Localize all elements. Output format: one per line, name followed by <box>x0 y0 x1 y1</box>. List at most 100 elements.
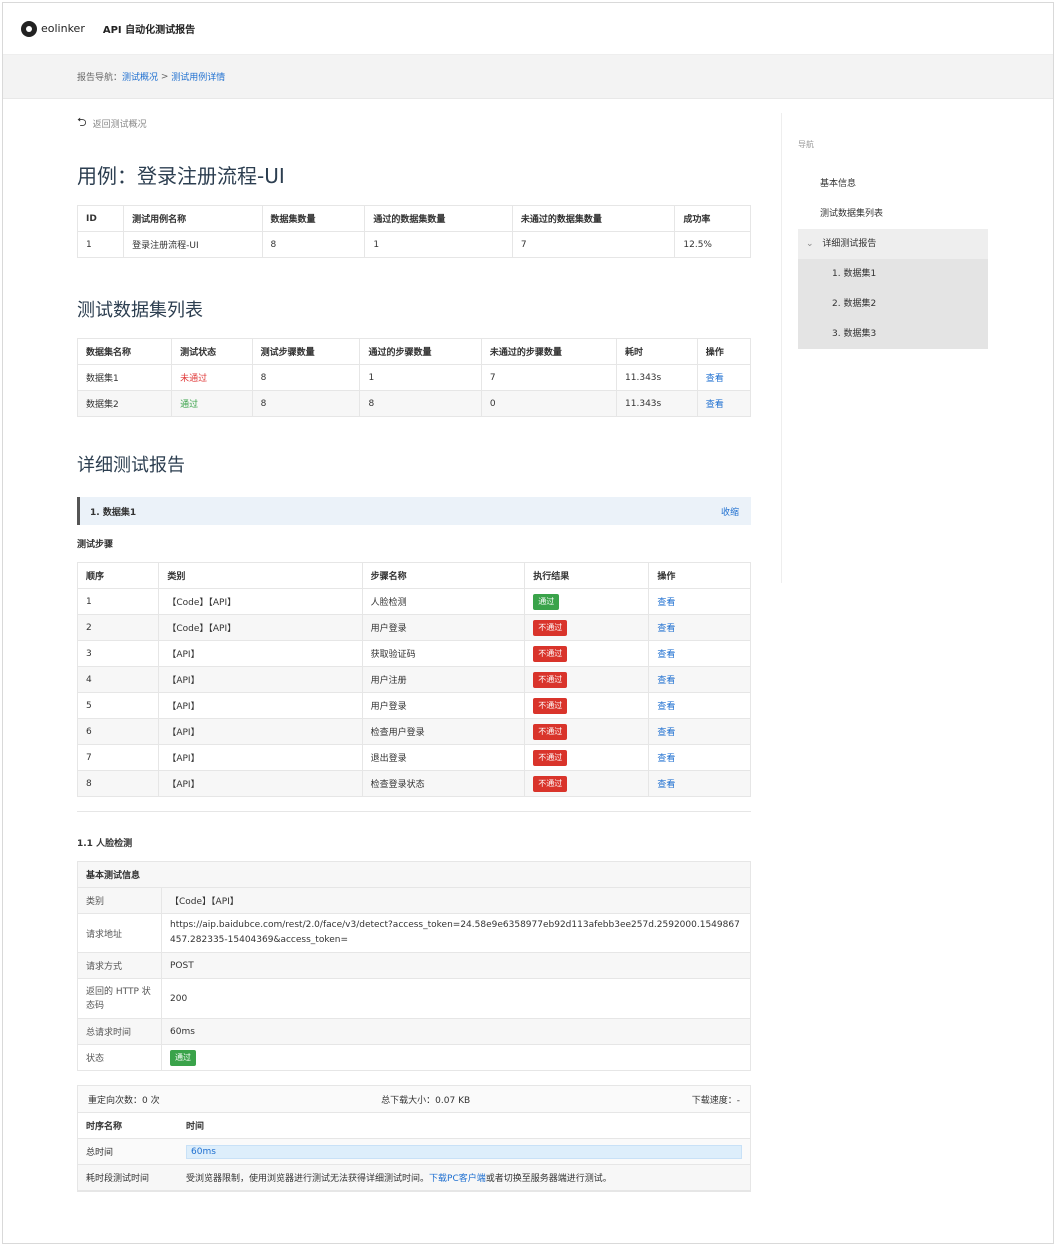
toc-item-detail-report[interactable]: ⌄ 详细测试报告 <box>798 229 988 259</box>
column-header: 数据集名称 <box>76 338 173 365</box>
table-cell: 1 <box>364 231 513 258</box>
result-cell: 不通过 <box>524 770 650 797</box>
result-cell: 不通过 <box>524 744 650 771</box>
chevron-down-icon: ⌄ <box>806 239 814 249</box>
op-cell: 查看 <box>696 364 752 391</box>
dataset-time: 11.343s <box>616 364 698 391</box>
step-type: 【API】 <box>158 718 363 745</box>
step-type: 【Code】【API】 <box>158 588 363 615</box>
result-badge: 不通过 <box>533 775 568 792</box>
dataset-failed-count: 0 <box>480 390 618 417</box>
table-row: 6 【API】 检查用户登录 不通过 查看 <box>76 718 751 745</box>
toc-item-basic-info[interactable]: 基本信息 <box>798 169 988 199</box>
dataset-section-title: 1. 数据集1 <box>90 507 137 518</box>
toc-list: 基本信息 测试数据集列表 ⌄ 详细测试报告 1. 数据集1 2. 数据集2 3.… <box>798 169 988 349</box>
download-speed: 下载速度：- <box>691 1095 740 1106</box>
view-link[interactable]: 查看 <box>706 400 724 410</box>
step-order: 7 <box>76 744 160 771</box>
result-badge: 不通过 <box>533 619 568 636</box>
method-value: POST <box>161 952 751 979</box>
dataset-passed-count: 8 <box>359 390 482 417</box>
view-link[interactable]: 查看 <box>657 780 675 790</box>
collapse-link[interactable]: 收缩 <box>721 505 739 518</box>
result-cell: 不通过 <box>524 614 650 641</box>
column-header: 数据集数量 <box>261 205 366 232</box>
view-link[interactable]: 查看 <box>657 598 675 608</box>
op-cell: 查看 <box>648 744 751 771</box>
result-cell: 不通过 <box>524 692 650 719</box>
column-header: ID <box>76 205 125 232</box>
dataset-status: 未通过 <box>171 364 253 391</box>
table-cell: 8 <box>261 231 366 258</box>
total-time-label: 总请求时间 <box>77 1018 162 1045</box>
table-row: 4 【API】 用户注册 不通过 查看 <box>76 666 751 693</box>
segment-time-tail: 或者切换至服务器端进行测试。 <box>485 1174 612 1184</box>
case-summary-table: ID 测试用例名称 数据集数量 通过的数据集数量 未通过的数据集数量 成功率 1 登录注册流… <box>76 205 751 258</box>
table-row: 1 登录注册流程-UI 8 1 7 12.5% <box>76 231 751 258</box>
table-cell: 登录注册流程-UI <box>123 231 263 258</box>
op-cell: 查看 <box>648 640 751 667</box>
result-badge: 不通过 <box>533 749 568 766</box>
result-cell: 通过 <box>524 588 650 615</box>
toc-label: 导航 <box>798 140 814 149</box>
toc-item-dataset-3[interactable]: 3. 数据集3 <box>798 319 988 349</box>
step-name: 用户注册 <box>361 666 526 693</box>
timing-col-time: 时间 <box>178 1112 750 1139</box>
view-link[interactable]: 查看 <box>657 754 675 764</box>
back-label: 返回测试概况 <box>92 120 147 130</box>
app-title: API 自动化测试报告 <box>102 25 196 36</box>
step-order: 2 <box>76 614 160 641</box>
step-order: 6 <box>76 718 160 745</box>
step-type: 【Code】【API】 <box>158 614 363 641</box>
step-name: 退出登录 <box>361 744 526 771</box>
info-header: 基本测试信息 <box>77 861 751 888</box>
dataset-passed-count: 1 <box>359 364 482 391</box>
timing-stats: 重定向次数：0 次 总下载大小：0.07 KB 下载速度：- 时序名称 时间 总时… <box>77 1085 751 1192</box>
step-type: 【API】 <box>158 640 363 667</box>
timing-col-name: 时序名称 <box>78 1112 178 1139</box>
result-badge: 通过 <box>533 593 560 610</box>
step-name: 检查用户登录 <box>361 718 526 745</box>
toc-item-dataset-2[interactable]: 2. 数据集2 <box>798 289 988 319</box>
step-detail-title: 1.1 人脸检测 <box>77 839 133 849</box>
op-cell: 查看 <box>696 390 752 417</box>
op-cell: 查看 <box>648 692 751 719</box>
download-client-link[interactable]: 下载PC客户端 <box>429 1174 486 1184</box>
back-arrow-icon: ⮌ <box>77 115 87 129</box>
view-link[interactable]: 查看 <box>657 676 675 686</box>
column-header: 测试用例名称 <box>123 205 263 232</box>
back-link[interactable]: ⮌ 返回测试概况 <box>77 113 757 134</box>
table-cell: 1 <box>76 231 125 258</box>
main-content: ⮌ 返回测试概况 用例：登录注册流程-UI ID 测试用例名称 数据集数量 通过的数据… <box>76 113 757 1192</box>
view-link[interactable]: 查看 <box>657 702 675 712</box>
step-info-table: 基本测试信息 类别 【Code】【API】 请求地址 https://aip.bai… <box>77 861 751 1071</box>
view-link[interactable]: 查看 <box>706 374 724 384</box>
toc-item-dataset-list[interactable]: 测试数据集列表 <box>798 199 988 229</box>
url-value: https://aip.baidubce.com/rest/2.0/face/v… <box>161 913 751 953</box>
segment-time-notice: 受浏览器限制，使用浏览器进行测试无法获得详细测试时间。 <box>186 1174 430 1184</box>
breadcrumb-overview-link[interactable]: 测试概况 <box>122 70 158 83</box>
column-header: 类别 <box>158 562 363 589</box>
view-link[interactable]: 查看 <box>657 650 675 660</box>
toc-item-dataset-1[interactable]: 1. 数据集1 <box>798 259 988 289</box>
step-order: 8 <box>76 770 160 797</box>
dataset-step-count: 8 <box>251 390 361 417</box>
download-size: 总下载大小：0.07 KB <box>381 1095 471 1106</box>
step-order: 4 <box>76 666 160 693</box>
view-link[interactable]: 查看 <box>657 624 675 634</box>
logo: eolinker <box>21 20 85 37</box>
view-link[interactable]: 查看 <box>657 728 675 738</box>
type-value: 【Code】【API】 <box>161 887 751 914</box>
column-header: 操作 <box>696 338 752 365</box>
url-label: 请求地址 <box>77 913 162 953</box>
detail-report-title: 详细测试报告 <box>77 455 185 476</box>
table-row: 数据集2 通过 8 8 0 11.343s 查看 <box>76 390 752 417</box>
total-time-bar: 60ms <box>186 1144 742 1159</box>
breadcrumb-case-detail-link[interactable]: 测试用例详情 <box>171 70 225 83</box>
table-cell: 7 <box>511 231 676 258</box>
table-row: 7 【API】 退出登录 不通过 查看 <box>76 744 751 771</box>
timing-table: 时序名称 时间 总时间 60ms 耗时段测试时间 受浏览器限制，使用浏览器进行测试无… <box>78 1112 750 1191</box>
result-cell: 不通过 <box>524 666 650 693</box>
table-row: 3 【API】 获取验证码 不通过 查看 <box>76 640 751 667</box>
steps-label: 测试步骤 <box>77 540 114 550</box>
